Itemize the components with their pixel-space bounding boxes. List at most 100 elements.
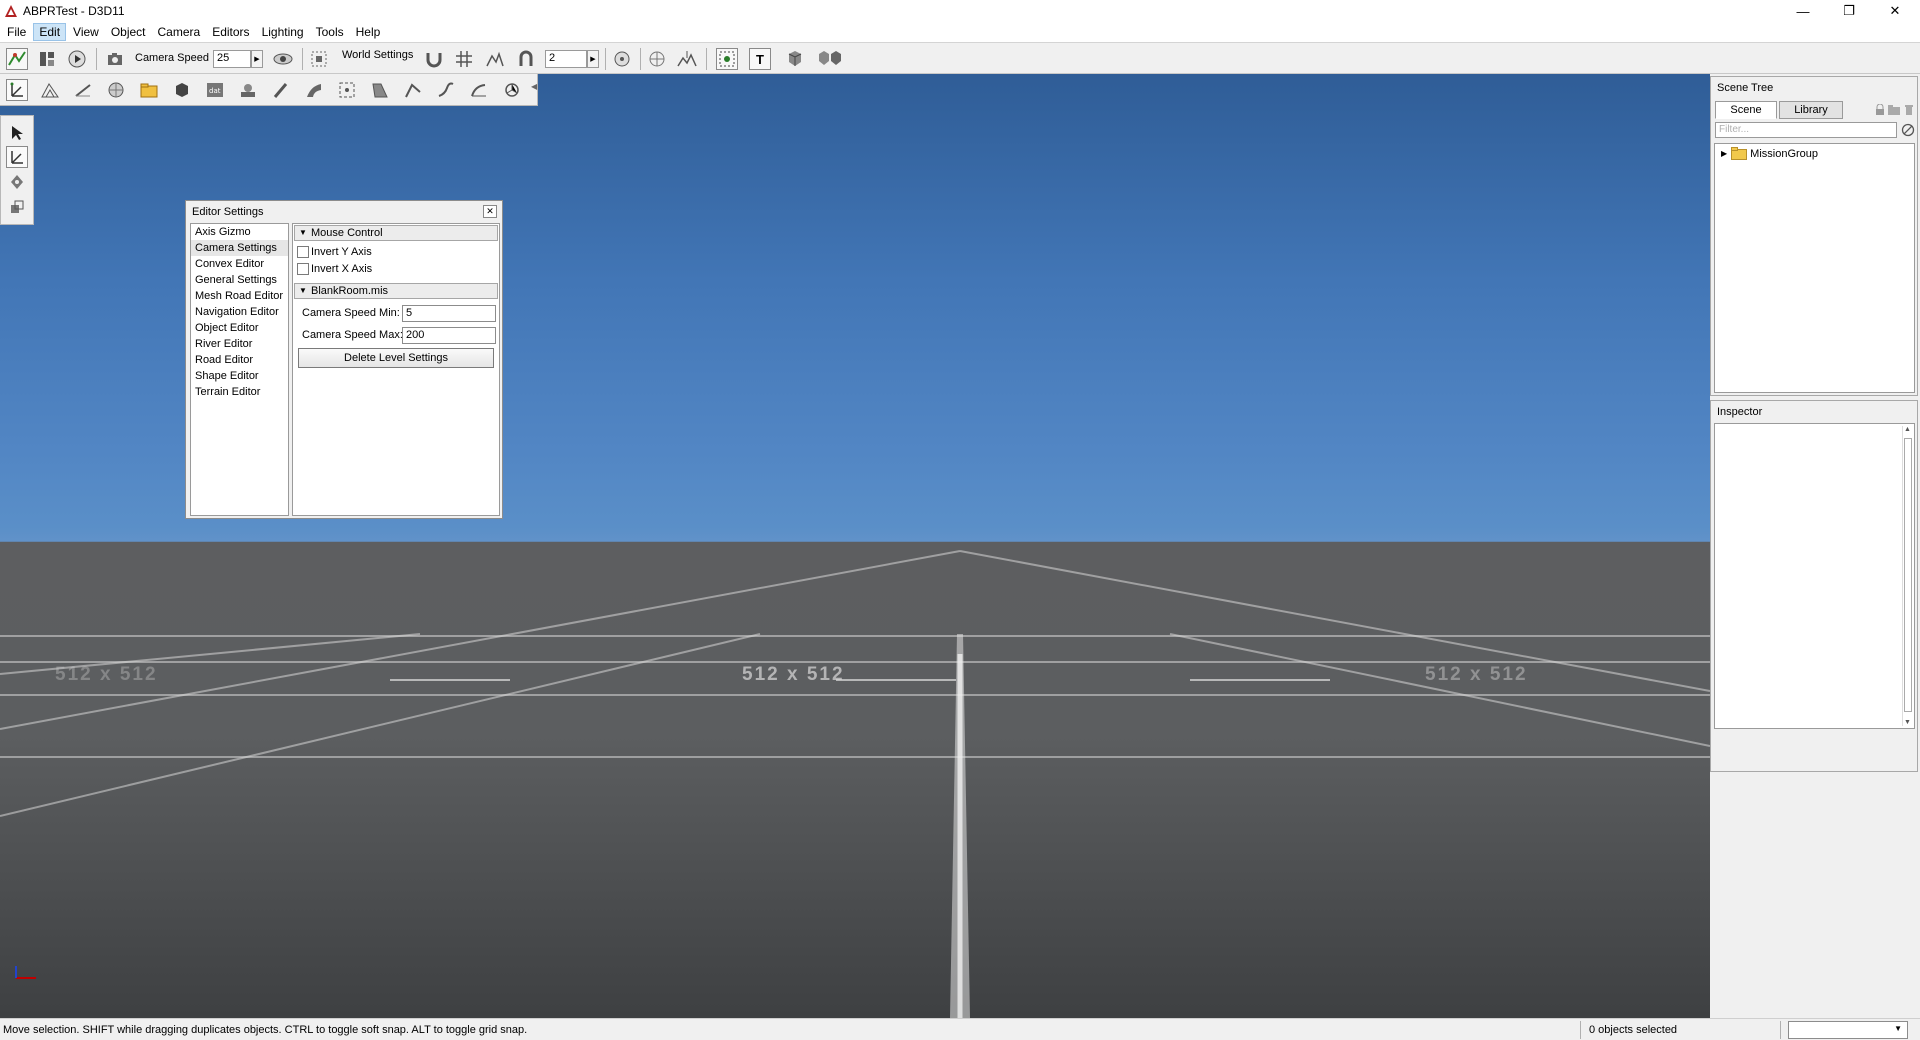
menu-help[interactable]: Help: [351, 24, 386, 40]
camera-speed-min-row: Camera Speed Min: 5: [302, 304, 502, 322]
shape-editor-icon[interactable]: [369, 79, 391, 101]
status-dropdown[interactable]: ▼: [1788, 1021, 1908, 1039]
menu-edit[interactable]: Edit: [33, 23, 67, 41]
invert-y-axis-row[interactable]: Invert Y Axis: [297, 244, 372, 260]
text-labels-icon[interactable]: T: [749, 48, 771, 70]
align-terrain-icon[interactable]: [676, 48, 698, 70]
menu-camera[interactable]: Camera: [153, 24, 206, 40]
datablock-editor-icon[interactable]: dat: [204, 79, 226, 101]
world-settings-label[interactable]: World Settings: [342, 49, 413, 61]
move-gizmo-icon[interactable]: [6, 146, 28, 168]
status-hint: Move selection. SHIFT while dragging dup…: [3, 1024, 528, 1036]
level-settings-rollout[interactable]: ▼ BlankRoom.mis: [294, 283, 498, 299]
grid-snap-icon[interactable]: [453, 48, 475, 70]
restore-button[interactable]: ❐: [1826, 0, 1872, 22]
tab-library[interactable]: Library: [1779, 101, 1843, 119]
scale-gizmo-icon[interactable]: [6, 196, 28, 218]
select-arrow-icon[interactable]: [6, 122, 28, 144]
terrain-painter-icon[interactable]: [72, 79, 94, 101]
grid-size-input[interactable]: 2: [545, 50, 587, 68]
convex-editor-icon[interactable]: [171, 79, 193, 101]
delete-level-settings-button[interactable]: Delete Level Settings: [298, 348, 494, 368]
camera-speed-arrow-icon[interactable]: ▶: [251, 50, 263, 68]
bounds-snap-icon[interactable]: [515, 48, 537, 70]
world-editor-icon[interactable]: [6, 48, 28, 70]
magnet-snap-icon[interactable]: [423, 48, 445, 70]
inspector-scrollbar[interactable]: ▲ ▼: [1902, 426, 1913, 726]
mesh-road-editor-icon[interactable]: [303, 79, 325, 101]
menu-tools[interactable]: Tools: [311, 24, 349, 40]
menu-file[interactable]: File: [2, 24, 31, 40]
category-mesh-road-editor[interactable]: Mesh Road Editor: [191, 288, 288, 304]
axis-indicator: [15, 966, 36, 979]
terrain-snap-icon[interactable]: [484, 48, 506, 70]
folder-icon: [1731, 147, 1748, 160]
navigation-editor-icon[interactable]: [468, 79, 490, 101]
invert-x-checkbox[interactable]: [297, 263, 309, 275]
category-river-editor[interactable]: River Editor: [191, 336, 288, 352]
close-window-button[interactable]: ✕: [1872, 0, 1918, 22]
category-camera-settings[interactable]: Camera Settings: [191, 240, 288, 256]
camera-speed-min-input[interactable]: 5: [402, 304, 496, 322]
decal-editor-icon[interactable]: [237, 79, 259, 101]
fit-selection-icon[interactable]: [716, 48, 738, 70]
forest-editor-icon[interactable]: [270, 79, 292, 101]
grid-size-arrow-icon[interactable]: ▶: [587, 50, 599, 68]
road-editor-icon[interactable]: [402, 79, 424, 101]
tree-item-label: MissionGroup: [1750, 147, 1819, 160]
category-axis-gizmo[interactable]: Axis Gizmo: [191, 224, 288, 240]
visibility-eye-icon[interactable]: [272, 48, 294, 70]
expand-arrow-icon[interactable]: ▶: [1721, 149, 1727, 158]
clear-filter-icon[interactable]: [1901, 123, 1915, 137]
camera-icon[interactable]: [104, 48, 126, 70]
mouse-control-rollout[interactable]: ▼ Mouse Control: [294, 225, 498, 241]
minimize-button[interactable]: —: [1780, 0, 1826, 22]
filter-input[interactable]: Filter...: [1715, 122, 1897, 138]
settings-pane: ▼ Mouse Control Invert Y Axis Invert X A…: [292, 223, 500, 516]
delete-icon[interactable]: [1904, 104, 1914, 116]
invert-y-checkbox[interactable]: [297, 246, 309, 258]
material-editor-icon[interactable]: [105, 79, 127, 101]
menu-view[interactable]: View: [68, 24, 104, 40]
play-game-icon[interactable]: [66, 48, 88, 70]
prefab-icon[interactable]: [784, 48, 806, 70]
world-transform-icon[interactable]: [646, 48, 668, 70]
terrain-editor-icon[interactable]: [39, 79, 61, 101]
new-folder-icon[interactable]: [1887, 104, 1901, 116]
rotate-gizmo-icon[interactable]: [6, 171, 28, 193]
river-editor-icon[interactable]: [435, 79, 457, 101]
explode-prefab-icon[interactable]: [816, 48, 844, 70]
svg-text:dat: dat: [209, 87, 221, 95]
category-convex-editor[interactable]: Convex Editor: [191, 256, 288, 272]
object-center-icon[interactable]: [611, 48, 633, 70]
invert-x-label: Invert X Axis: [311, 263, 373, 275]
menu-lighting[interactable]: Lighting: [257, 24, 309, 40]
snap-to-camera-icon[interactable]: [308, 48, 330, 70]
category-navigation-editor[interactable]: Navigation Editor: [191, 304, 288, 320]
gizmo-editor-icon[interactable]: [501, 79, 523, 101]
category-object-editor[interactable]: Object Editor: [191, 320, 288, 336]
category-shape-editor[interactable]: Shape Editor: [191, 368, 288, 384]
camera-speed-input[interactable]: 25: [213, 50, 251, 68]
category-general-settings[interactable]: General Settings: [191, 272, 288, 288]
object-editor-icon[interactable]: [6, 79, 28, 101]
app-logo-icon: [5, 5, 17, 17]
tab-scene[interactable]: Scene: [1715, 101, 1777, 119]
sketch-tool-icon[interactable]: [138, 79, 160, 101]
inspector-title: Inspector: [1717, 406, 1763, 418]
invert-x-axis-row[interactable]: Invert X Axis: [297, 261, 372, 277]
close-icon[interactable]: ✕: [483, 205, 497, 218]
tree-item-missiongroup[interactable]: ▶ MissionGroup: [1721, 147, 1818, 160]
category-road-editor[interactable]: Road Editor: [191, 352, 288, 368]
menu-object[interactable]: Object: [106, 24, 151, 40]
category-terrain-editor[interactable]: Terrain Editor: [191, 384, 288, 400]
gui-editor-icon[interactable]: [36, 48, 58, 70]
lock-icon[interactable]: [1874, 104, 1886, 116]
dialog-title: Editor Settings: [192, 206, 264, 218]
menu-editors[interactable]: Editors: [207, 24, 254, 40]
collapse-toolbar-icon[interactable]: ◀: [531, 82, 537, 91]
particle-editor-icon[interactable]: [336, 79, 358, 101]
main-toolbar: Camera Speed 25 ▶ World Settings 2 ▶ T: [0, 42, 1920, 74]
settings-category-list: Axis Gizmo Camera Settings Convex Editor…: [190, 223, 289, 516]
camera-speed-max-input[interactable]: 200: [402, 326, 496, 344]
